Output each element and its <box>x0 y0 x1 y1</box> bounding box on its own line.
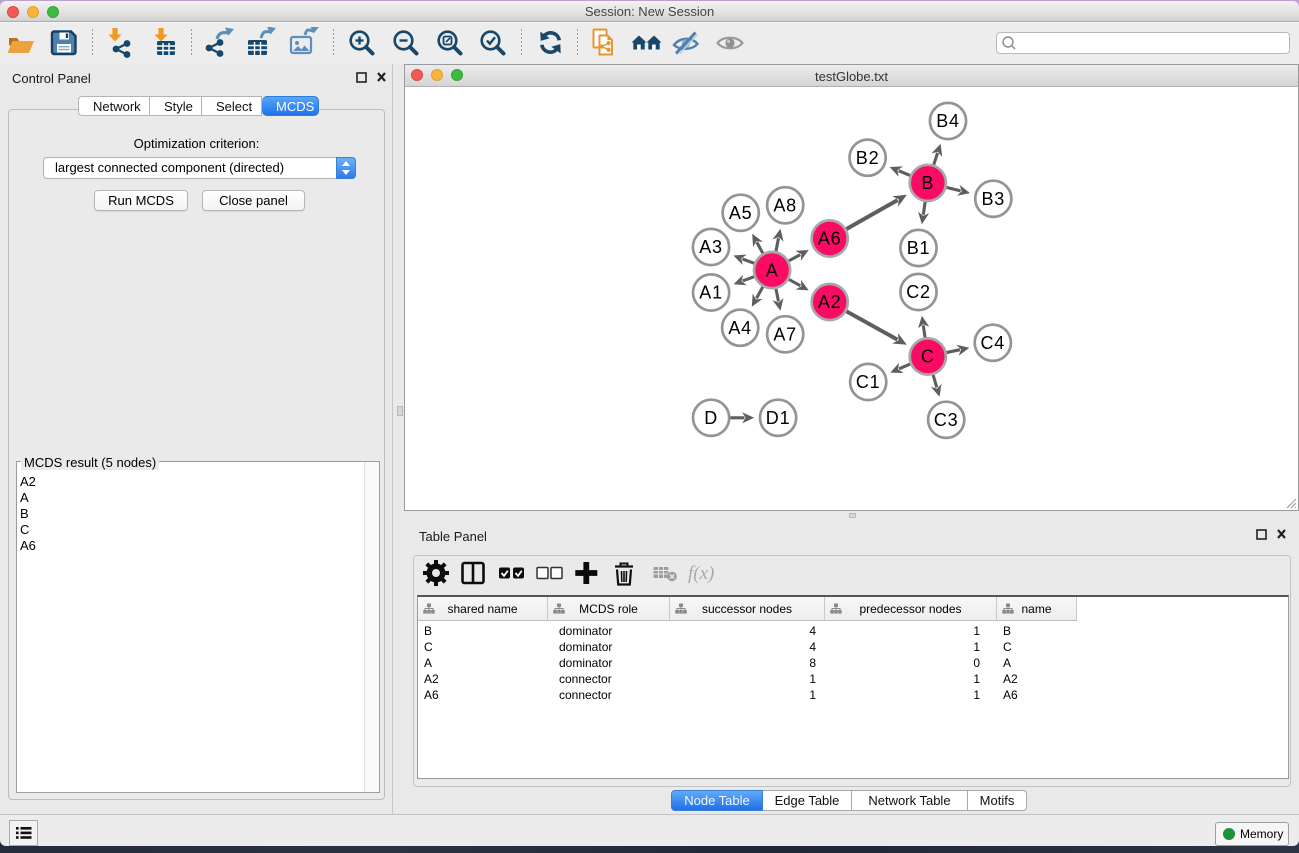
svg-text:A3: A3 <box>699 237 723 257</box>
svg-text:C3: C3 <box>934 410 959 430</box>
svg-text:B1: B1 <box>907 238 931 258</box>
svg-text:B2: B2 <box>856 148 880 168</box>
svg-text:A8: A8 <box>773 196 797 216</box>
svg-text:C4: C4 <box>980 333 1005 353</box>
svg-text:C1: C1 <box>856 372 881 392</box>
svg-text:f(x): f(x) <box>688 563 714 584</box>
svg-text:B3: B3 <box>981 189 1005 209</box>
svg-text:A4: A4 <box>728 318 752 338</box>
svg-text:C2: C2 <box>906 282 931 302</box>
svg-text:A6: A6 <box>818 229 842 249</box>
svg-text:B4: B4 <box>936 111 960 131</box>
svg-text:A2: A2 <box>818 292 842 312</box>
svg-text:A7: A7 <box>773 325 797 345</box>
svg-text:A: A <box>766 260 779 280</box>
svg-text:A1: A1 <box>699 283 723 303</box>
svg-text:A5: A5 <box>729 203 753 223</box>
svg-text:D: D <box>704 408 718 428</box>
svg-text:B: B <box>921 173 934 193</box>
svg-text:C: C <box>921 347 935 367</box>
svg-text:Memory: Memory <box>1240 827 1283 841</box>
svg-text:D1: D1 <box>766 408 791 428</box>
